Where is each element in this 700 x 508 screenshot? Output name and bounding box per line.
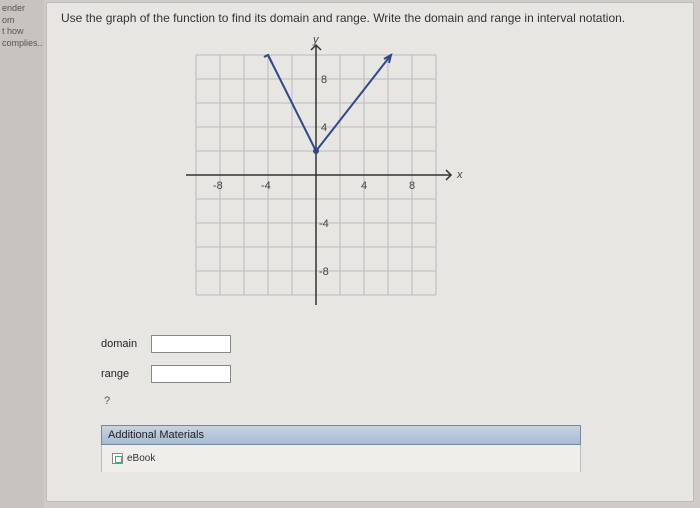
domain-row: domain [101,335,679,353]
xtick-4: 4 [361,180,367,192]
xtick-neg4: -4 [261,180,271,192]
graph-container: -8 -4 4 8 8 4 -4 -8 x y [151,35,481,315]
range-label: range [101,368,151,380]
range-row: range [101,365,679,383]
left-crop-strip: ender om t how complies... [0,0,44,508]
domain-input[interactable] [151,335,231,353]
y-axis-label: y [312,35,320,46]
ebook-label: eBook [127,453,155,464]
question-panel: Use the graph of the function to find it… [46,2,694,502]
range-input[interactable] [151,365,231,383]
ebook-icon [112,453,123,464]
question-prompt: Use the graph of the function to find it… [61,11,679,25]
answer-inputs: domain range ? [101,335,679,407]
sidebar-text: ender [2,3,42,15]
xtick-8: 8 [409,180,415,192]
additional-materials: Additional Materials eBook [101,425,581,472]
additional-header: Additional Materials [101,425,581,445]
xtick-neg8: -8 [213,180,223,192]
ebook-link[interactable]: eBook [112,453,570,464]
ytick-neg8: -8 [319,266,329,278]
sidebar-text: t how [2,26,42,38]
sidebar-text: complies... [2,38,42,50]
additional-body: eBook [101,445,581,472]
ytick-8: 8 [321,74,327,86]
function-graph: -8 -4 4 8 8 4 -4 -8 x y [151,35,481,315]
x-axis-label: x [456,169,463,181]
domain-label: domain [101,338,151,350]
sidebar-text: om [2,15,42,27]
ytick-4: 4 [321,122,327,134]
ytick-neg4: -4 [319,218,329,230]
help-icon[interactable]: ? [104,395,679,407]
